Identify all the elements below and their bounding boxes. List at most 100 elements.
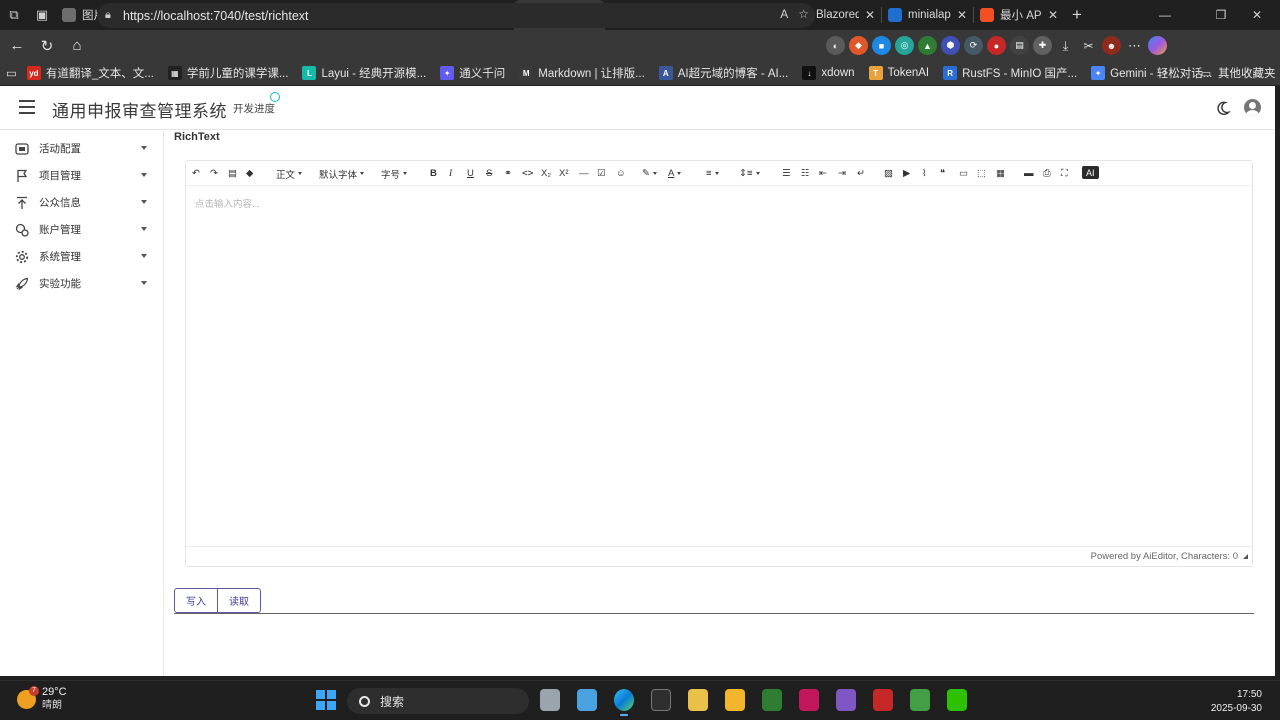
superscript-icon[interactable]: X²: [559, 167, 569, 180]
workspaces-icon[interactable]: ⧉: [0, 0, 28, 30]
text-align-icon[interactable]: ≡: [706, 167, 719, 180]
print-icon[interactable]: ⎙: [1043, 167, 1051, 180]
hamburger-menu-icon[interactable]: [19, 100, 35, 114]
close-tab-icon[interactable]: ✕: [957, 8, 967, 22]
line-height-icon[interactable]: ⇕≡: [739, 167, 760, 180]
image-icon[interactable]: ▨: [884, 167, 893, 180]
browser-tab[interactable]: minialapi ✕: [882, 0, 973, 30]
font-color-icon[interactable]: A: [668, 167, 682, 180]
other-bookmarks-folder[interactable]: ▭ 其他收藏夹: [1199, 65, 1276, 81]
tab-actions-icon[interactable]: ▣: [28, 0, 56, 30]
profile-avatar-icon[interactable]: ☻: [1102, 36, 1121, 55]
copilot-icon[interactable]: [1148, 36, 1167, 55]
app-icon[interactable]: [799, 689, 819, 711]
bullet-list-icon[interactable]: ☰: [782, 167, 791, 180]
indent-increase-icon[interactable]: ⇥: [838, 167, 846, 180]
system-clock[interactable]: 17:50 2025-09-30: [1211, 688, 1262, 716]
read-button[interactable]: 读取: [218, 588, 261, 613]
dev-tool-app-icon[interactable]: [688, 689, 708, 711]
excel-app-icon[interactable]: [762, 689, 782, 711]
file-explorer-icon[interactable]: [725, 689, 745, 711]
visual-studio-icon[interactable]: [836, 689, 856, 711]
windows-start-icon[interactable]: [316, 690, 336, 710]
url-field[interactable]: 🔒︎ https://localhost:7040/test/richtext …: [97, 3, 815, 28]
source-code-icon[interactable]: ▬: [1024, 167, 1034, 180]
sidebar-item-account-management[interactable]: 账户管理: [0, 216, 163, 243]
close-window-button[interactable]: ✕: [1234, 0, 1280, 30]
bold-icon[interactable]: B: [430, 167, 437, 180]
extension-icon[interactable]: ▲: [918, 36, 937, 55]
extension-icon[interactable]: ▤: [1010, 36, 1029, 55]
task-view-icon[interactable]: [540, 689, 560, 711]
dev-progress-link[interactable]: 开发进度: [233, 101, 275, 116]
break-icon[interactable]: ↵: [857, 167, 865, 180]
bookmark-item[interactable]: M Markdown | 让排版...: [519, 65, 645, 81]
screenshot-icon[interactable]: ✂: [1079, 36, 1098, 55]
indent-decrease-icon[interactable]: ⇤: [819, 167, 827, 180]
weather-widget[interactable]: 7 29°C 晴朗: [17, 685, 67, 712]
extension-icon[interactable]: ●: [987, 36, 1006, 55]
emoji-icon[interactable]: ☺: [616, 167, 626, 180]
code-block-icon[interactable]: ⬚: [977, 167, 986, 180]
edge-browser-icon[interactable]: [614, 689, 634, 716]
bookmark-item[interactable]: R RustFS - MinIO 国产...: [943, 65, 1077, 81]
downloads-icon[interactable]: ⤓: [1056, 36, 1075, 55]
code-icon[interactable]: <>: [522, 167, 533, 180]
link-icon[interactable]: ⚭: [504, 167, 512, 180]
sidebar-item-experimental[interactable]: 实验功能: [0, 270, 163, 297]
subscript-icon[interactable]: X₂: [541, 167, 551, 180]
wechat-icon[interactable]: [947, 689, 967, 711]
resize-handle-icon[interactable]: [1243, 554, 1248, 559]
fullscreen-icon[interactable]: ⛶: [1061, 167, 1068, 180]
favorite-star-icon[interactable]: ☆: [798, 7, 809, 21]
extension-icon[interactable]: ◐: [826, 36, 845, 55]
font-family-select[interactable]: 默认字体: [319, 167, 365, 181]
collections-icon[interactable]: ▭: [6, 66, 17, 80]
sidebar-item-project-management[interactable]: 项目管理: [0, 162, 163, 189]
read-aloud-icon[interactable]: A: [780, 7, 788, 21]
sidebar-item-system-management[interactable]: 系统管理: [0, 243, 163, 270]
ordered-list-icon[interactable]: ☷: [801, 167, 810, 180]
extension-icon[interactable]: ◎: [895, 36, 914, 55]
bookmark-item[interactable]: ▦ 学前儿童的课学课...: [167, 65, 288, 81]
home-icon[interactable]: ⌂: [62, 31, 92, 61]
underline-icon[interactable]: U: [467, 167, 474, 180]
quote-icon[interactable]: ❝: [940, 167, 945, 180]
terminal-icon[interactable]: [651, 689, 671, 711]
extensions-puzzle-icon[interactable]: ✚: [1033, 36, 1052, 55]
rich-text-editor[interactable]: ↶ ↷ ▤ ◆ 正文 默认字体 字号 B I U S ⚭ <> X₂ X² — …: [185, 160, 1253, 567]
extension-icon[interactable]: ■: [872, 36, 891, 55]
close-tab-icon[interactable]: ✕: [865, 8, 875, 22]
write-button[interactable]: 写入: [174, 588, 218, 613]
extension-icon[interactable]: ⟳: [964, 36, 983, 55]
eraser-icon[interactable]: ◆: [246, 167, 253, 180]
strikethrough-icon[interactable]: S: [486, 167, 492, 180]
sidebar-item-activity-config[interactable]: 活动配置: [0, 135, 163, 162]
italic-icon[interactable]: I: [449, 167, 452, 180]
more-menu-icon[interactable]: ⋯: [1125, 36, 1144, 55]
bookmark-item[interactable]: L Layui - 经典开源模...: [302, 65, 426, 81]
divider-icon[interactable]: —: [579, 167, 589, 180]
app-icon[interactable]: [910, 689, 930, 711]
extension-icon[interactable]: ◆: [849, 36, 868, 55]
back-icon[interactable]: ←: [2, 31, 32, 61]
bookmark-item[interactable]: ✦ 通义千问: [440, 65, 505, 81]
dark-mode-moon-icon[interactable]: [1215, 100, 1231, 116]
checkbox-list-icon[interactable]: ☑: [597, 167, 606, 180]
refresh-icon[interactable]: ↻: [32, 31, 62, 61]
undo-icon[interactable]: ↶: [192, 167, 200, 180]
minimize-button[interactable]: —: [1142, 0, 1188, 30]
extension-icon[interactable]: ⬢: [941, 36, 960, 55]
bookmarks-overflow-chevron-icon[interactable]: ›: [1163, 67, 1167, 79]
table-icon[interactable]: ▦: [996, 167, 1005, 180]
bookmark-item[interactable]: T TokenAI: [868, 66, 929, 80]
font-size-select[interactable]: 字号: [381, 167, 408, 181]
highlight-color-icon[interactable]: ✎: [642, 167, 657, 180]
taskbar-search[interactable]: 搜索: [347, 688, 529, 714]
attachment-icon[interactable]: ⌇: [922, 167, 927, 180]
close-tab-icon[interactable]: ✕: [1048, 8, 1058, 22]
video-icon[interactable]: ▶: [903, 167, 910, 180]
container-icon[interactable]: ▭: [959, 167, 968, 180]
widgets-app-icon[interactable]: [577, 689, 597, 711]
format-painter-icon[interactable]: ▤: [228, 167, 237, 180]
